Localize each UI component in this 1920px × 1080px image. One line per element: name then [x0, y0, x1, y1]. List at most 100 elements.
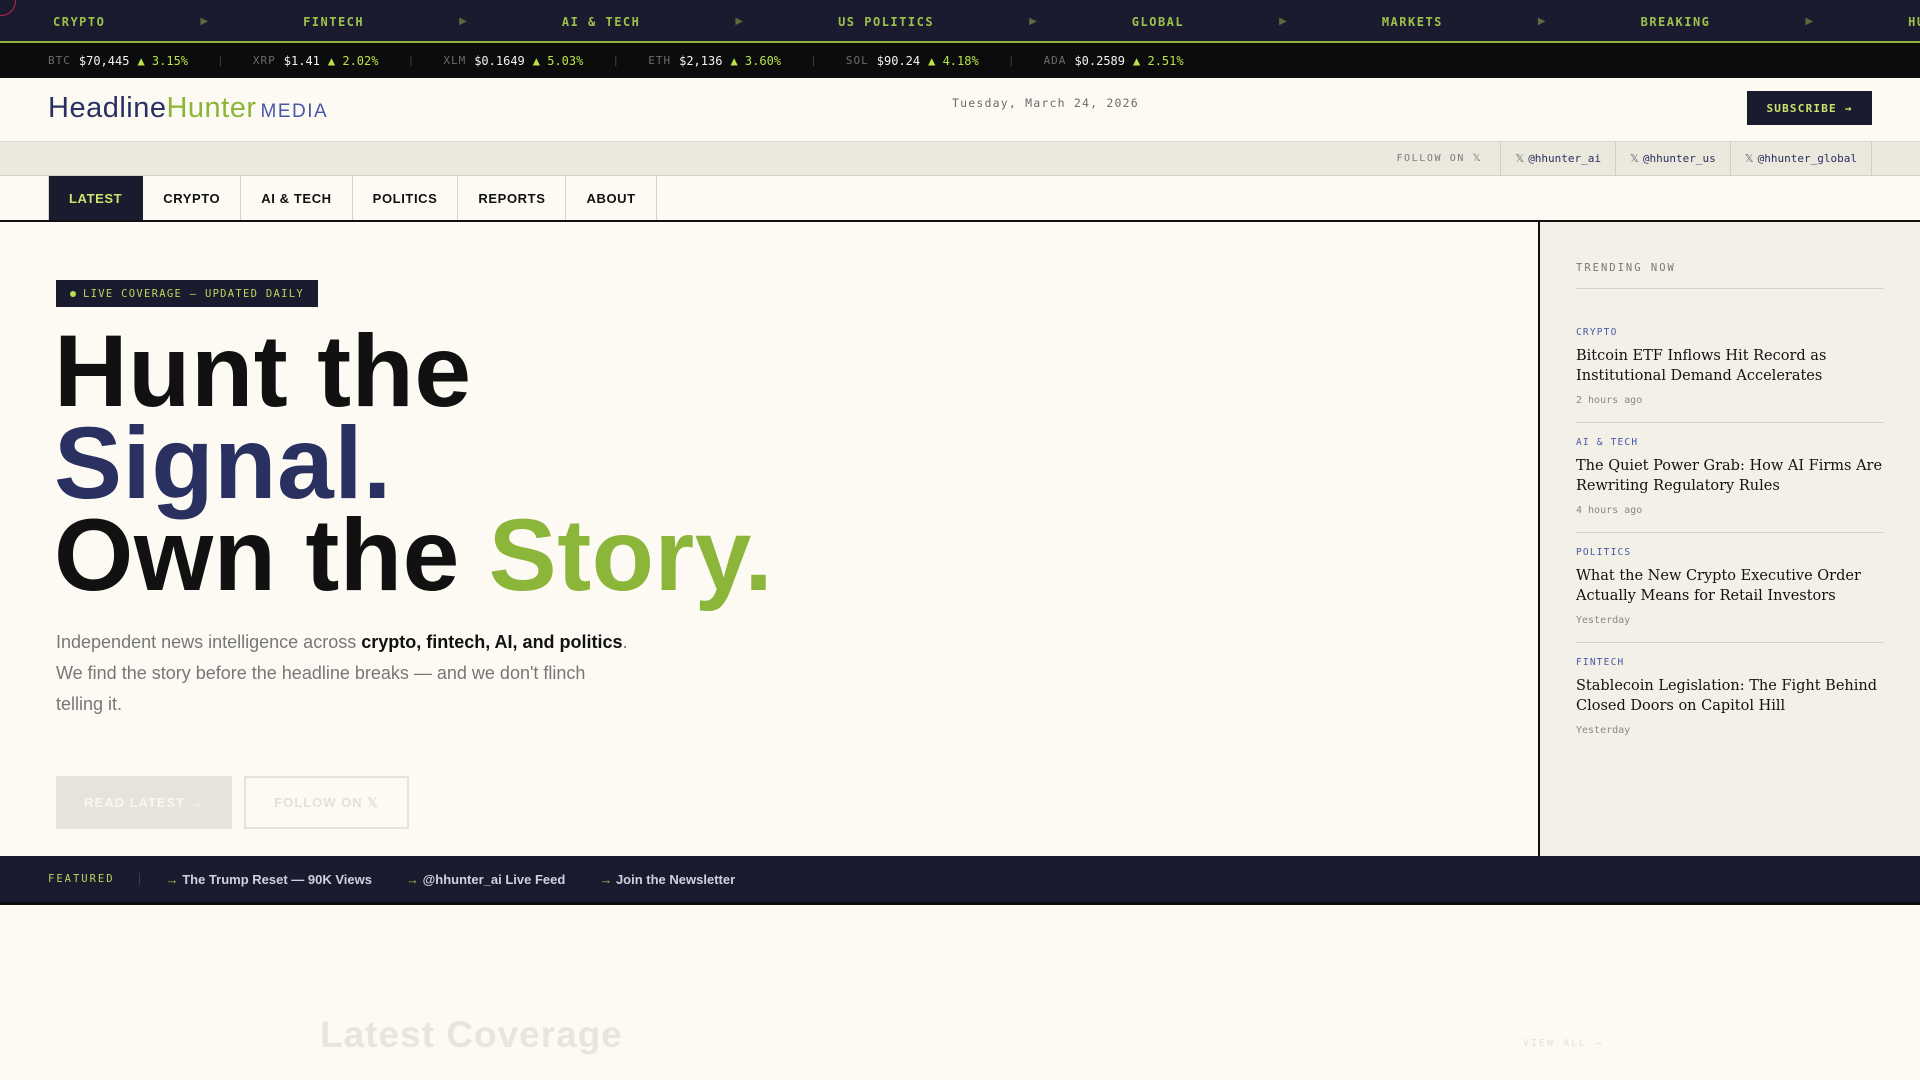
- featured-link[interactable]: → @hhunter_ai Live Feed: [406, 872, 565, 887]
- price-value: $90.24: [876, 53, 921, 68]
- featured-link[interactable]: → The Trump Reset — 90K Views: [166, 872, 372, 887]
- price-symbol: SOL: [845, 54, 869, 67]
- price-separator: |: [219, 54, 222, 67]
- subscribe-button[interactable]: SUBSCRIBE →: [1747, 91, 1872, 125]
- follow-handle-label: @hhunter_global: [1757, 152, 1857, 165]
- read-latest-button[interactable]: READ LATEST →: [56, 776, 232, 829]
- price-change: ▲ 2.51%: [1133, 53, 1184, 68]
- price-item: XRP $1.41 ▲ 2.02%: [253, 54, 379, 68]
- price-value: $0.2589: [1074, 53, 1126, 68]
- trending-article-category: AI & TECH: [1576, 437, 1639, 448]
- site-header: HeadlineHunter MEDIA Tuesday, March 24, 2…: [0, 78, 1920, 142]
- headline-line-3: Own the Story.: [54, 504, 773, 606]
- price-value: $0.1649: [474, 53, 525, 68]
- trending-article-time: Yesterday: [1576, 725, 1631, 736]
- live-badge-label: LIVE COVERAGE — UPDATED DAILY: [83, 287, 305, 300]
- price-value: $70,445: [78, 53, 130, 68]
- hero-section: LIVE COVERAGE — UPDATED DAILY Hunt the S…: [0, 222, 1538, 856]
- price-separator: |: [1009, 54, 1013, 67]
- nav-tab-latest[interactable]: LATEST: [48, 176, 144, 220]
- follow-on-x-button[interactable]: FOLLOW ON 𝕏: [244, 776, 409, 829]
- price-symbol: ETH: [648, 54, 672, 67]
- price-change: ▲ 4.18%: [928, 53, 979, 68]
- trending-article[interactable]: AI & TECH The Quiet Power Grab: How AI Fi…: [1576, 423, 1884, 533]
- price-item: BTC $70,445 ▲ 3.15%: [48, 54, 188, 68]
- ticker-category[interactable]: AI & TECH: [562, 15, 641, 29]
- featured-link-label: The Trump Reset — 90K Views: [182, 871, 372, 887]
- trending-article-headline[interactable]: What the New Crypto Executive Order Actu…: [1576, 566, 1884, 606]
- hero-headline: Hunt the Signal. Own the Story.: [54, 314, 773, 606]
- price-change: ▲ 5.03%: [532, 53, 584, 68]
- price-separator: |: [812, 54, 815, 67]
- trending-article-headline[interactable]: Stablecoin Legislation: The Fight Behind…: [1576, 676, 1884, 716]
- trending-article[interactable]: POLITICS What the New Crypto Executive Or…: [1576, 533, 1884, 643]
- price-ticker: BTC $70,445 ▲ 3.15% | XRP $1.41 ▲ 2.02% | XLM $0.…: [0, 43, 1920, 78]
- ticker-category[interactable]: US POLITICS: [838, 15, 934, 29]
- site-logo[interactable]: HeadlineHunter MEDIA: [48, 92, 328, 125]
- nav-tab-ai-tech[interactable]: AI & TECH: [241, 176, 353, 220]
- price-symbol: XLM: [443, 54, 467, 67]
- price-item: ADA $0.2589 ▲ 2.51%: [1044, 54, 1184, 68]
- headline-line-3b: Story.: [488, 498, 774, 612]
- featured-label: FEATURED: [48, 873, 140, 885]
- hero-lede: Independent news intelligence across cry…: [56, 627, 636, 720]
- nav-tab-crypto[interactable]: CRYPTO: [143, 176, 242, 220]
- trending-sidebar: TRENDING NOW CRYPTO Bitcoin ETF Inflows H…: [1538, 222, 1920, 856]
- category-ticker-row: CRYPTO ▶ FINTECH ▶ AI & TECH ▶ US POLITICS ▶ GLO…: [53, 0, 1920, 41]
- trending-article[interactable]: FINTECH Stablecoin Legislation: The Fight…: [1576, 643, 1884, 752]
- trending-title: TRENDING NOW: [1576, 262, 1884, 289]
- headline-line-1: Hunt the: [54, 314, 472, 428]
- follow-handle-label: @hhunter_us: [1642, 152, 1716, 165]
- ticker-separator-icon: ▶: [200, 16, 209, 27]
- nav-tab-reports[interactable]: REPORTS: [458, 176, 567, 220]
- follow-handle-link[interactable]: 𝕏 @hhunter_us: [1616, 142, 1731, 175]
- follow-handle-link[interactable]: 𝕏 @hhunter_ai: [1501, 142, 1617, 175]
- ticker-category[interactable]: FINTECH: [303, 15, 364, 29]
- price-value: $1.41: [283, 53, 320, 68]
- ticker-separator-icon: ▶: [1279, 16, 1287, 27]
- follow-handle-link[interactable]: 𝕏 @hhunter_global: [1731, 142, 1872, 175]
- trending-article-time: Yesterday: [1576, 615, 1631, 626]
- price-item: SOL $90.24 ▲ 4.18%: [846, 54, 979, 68]
- featured-bar: FEATURED → The Trump Reset — 90K Views → …: [0, 856, 1920, 905]
- price-symbol: ADA: [1043, 54, 1067, 67]
- view-all-link[interactable]: VIEW ALL →: [1523, 1038, 1603, 1049]
- follow-label: FOLLOW ON 𝕏: [1396, 142, 1502, 175]
- ticker-category[interactable]: GLOBAL: [1132, 15, 1184, 29]
- nav-tab-about[interactable]: ABOUT: [566, 176, 657, 220]
- price-change: ▲ 3.15%: [137, 53, 189, 68]
- latest-coverage-title: Latest Coverage: [320, 1014, 623, 1055]
- logo-part-media: MEDIA: [260, 101, 329, 122]
- corner-circle-icon: [0, 0, 16, 16]
- nav-tab-politics[interactable]: POLITICS: [353, 176, 459, 220]
- trending-article[interactable]: CRYPTO Bitcoin ETF Inflows Hit Record as …: [1576, 313, 1884, 423]
- featured-link[interactable]: → Join the Newsletter: [599, 872, 735, 887]
- x-logo-icon: 𝕏: [1630, 152, 1639, 165]
- headline-line-3a: Own the: [54, 498, 489, 612]
- follow-bar: FOLLOW ON 𝕏 𝕏 @hhunter_ai 𝕏 @hhunter_us 𝕏 @hh…: [0, 142, 1920, 176]
- trending-article-category: POLITICS: [1576, 547, 1632, 558]
- price-separator: |: [409, 54, 413, 67]
- trending-article-headline[interactable]: Bitcoin ETF Inflows Hit Record as Instit…: [1576, 346, 1884, 386]
- featured-link-label: Join the Newsletter: [615, 871, 736, 887]
- arrow-right-icon: →: [599, 871, 613, 887]
- follow-handle-label: @hhunter_ai: [1528, 152, 1602, 165]
- x-logo-icon: 𝕏: [1744, 152, 1754, 165]
- category-ticker: CRYPTO ▶ FINTECH ▶ AI & TECH ▶ US POLITICS ▶ GLO…: [0, 0, 1920, 43]
- price-symbol: XRP: [252, 54, 276, 67]
- logo-part-hunter: Hunter: [166, 92, 257, 124]
- price-change: ▲ 2.02%: [327, 53, 379, 68]
- ticker-category[interactable]: MARKETS: [1382, 15, 1443, 29]
- trending-article-headline[interactable]: The Quiet Power Grab: How AI Firms Are R…: [1576, 456, 1884, 496]
- ticker-separator-icon: ▶: [735, 16, 744, 27]
- ticker-category[interactable]: HUNT THE SIGNAL: [1908, 15, 1920, 29]
- headline-line-2: Signal.: [54, 406, 392, 520]
- lede-part-a: Independent news intelligence across: [56, 632, 362, 652]
- price-separator: |: [614, 54, 618, 67]
- ticker-category[interactable]: BREAKING: [1641, 15, 1711, 29]
- arrow-right-icon: →: [165, 871, 179, 887]
- ticker-separator-icon: ▶: [459, 16, 467, 27]
- ticker-category[interactable]: CRYPTO: [53, 15, 105, 29]
- price-change: ▲ 3.60%: [730, 53, 782, 68]
- trending-article-category: CRYPTO: [1576, 327, 1618, 338]
